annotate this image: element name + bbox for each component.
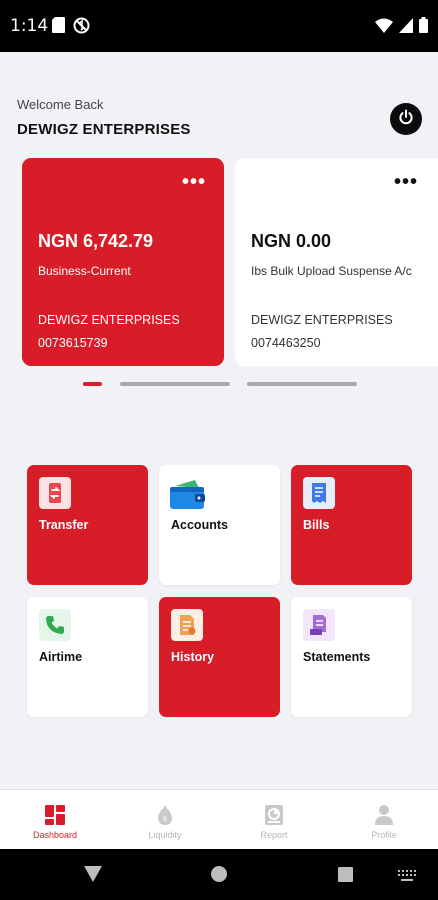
- liquidity-icon: $: [153, 803, 177, 827]
- nav-label: Dashboard: [32, 830, 78, 840]
- history-document-icon: [171, 609, 203, 641]
- report-icon: [262, 803, 286, 827]
- tile-label: Airtime: [39, 650, 83, 664]
- nav-report[interactable]: Report: [219, 790, 329, 850]
- status-time: 1:14: [10, 16, 49, 36]
- account-type: Business-Current: [38, 264, 131, 278]
- account-type: Ibs Bulk Upload Suspense A/c: [251, 264, 412, 278]
- svg-text:$: $: [163, 815, 167, 823]
- system-navigation-bar: [0, 849, 438, 900]
- airtime-tile[interactable]: Airtime: [27, 597, 148, 717]
- account-balance: NGN 0.00: [251, 231, 332, 251]
- nav-label: Report: [260, 830, 288, 840]
- account-card[interactable]: ••• NGN 0.00 Ibs Bulk Upload Suspense A/…: [235, 158, 438, 366]
- history-tile[interactable]: History: [159, 597, 280, 717]
- nav-dashboard[interactable]: Dashboard: [0, 790, 110, 850]
- nav-label: Profile: [371, 830, 397, 840]
- tile-label: Bills: [303, 518, 330, 532]
- keyboard-icon[interactable]: [398, 869, 416, 887]
- bill-icon: [303, 477, 335, 509]
- tile-label: Accounts: [171, 518, 228, 532]
- recents-icon[interactable]: [338, 867, 353, 887]
- tile-label: Transfer: [39, 518, 89, 532]
- statements-tile[interactable]: Statements: [291, 597, 412, 717]
- page-indicator[interactable]: [120, 382, 230, 386]
- tile-label: Statements: [303, 650, 371, 664]
- transfer-icon: [39, 477, 71, 509]
- signal-icon: [399, 17, 413, 38]
- nav-label: Liquidity: [148, 830, 182, 840]
- wallet-icon: [169, 477, 207, 511]
- battery-icon: [419, 17, 428, 38]
- phone-icon: [39, 609, 71, 641]
- card-menu-button[interactable]: •••: [394, 172, 418, 192]
- sd-card-icon: [52, 17, 65, 39]
- back-icon[interactable]: [84, 866, 102, 887]
- nav-liquidity[interactable]: $ Liquidity: [110, 790, 220, 850]
- account-balance: NGN 6,742.79: [38, 231, 154, 251]
- page-indicator[interactable]: [247, 382, 357, 386]
- card-menu-button[interactable]: •••: [182, 172, 206, 192]
- logout-button[interactable]: [390, 103, 422, 135]
- transfer-tile[interactable]: Transfer: [27, 465, 148, 585]
- status-bar: 1:14: [0, 0, 438, 52]
- account-card[interactable]: ••• NGN 6,742.79 Business-Current DEWIGZ…: [22, 158, 224, 366]
- tile-label: History: [171, 650, 215, 664]
- power-icon: [398, 109, 414, 130]
- bottom-navigation: Dashboard $ Liquidity Report Profile: [0, 789, 438, 849]
- account-holder: DEWIGZ ENTERPRISES: [38, 313, 180, 327]
- no-data-icon: [73, 17, 90, 39]
- wifi-icon: [375, 18, 393, 38]
- page-indicator-active[interactable]: [83, 382, 102, 386]
- account-holder: DEWIGZ ENTERPRISES: [251, 313, 393, 327]
- accounts-tile[interactable]: Accounts: [159, 465, 280, 585]
- dashboard-icon: [43, 803, 67, 827]
- statement-icon: [303, 609, 335, 641]
- bills-tile[interactable]: Bills: [291, 465, 412, 585]
- account-number: 0074463250: [251, 336, 321, 350]
- account-number: 0073615739: [38, 336, 108, 350]
- company-name: DEWIGZ ENTERPRISES: [17, 121, 191, 138]
- home-icon[interactable]: [211, 866, 227, 887]
- welcome-text: Welcome Back: [17, 97, 104, 112]
- profile-icon: [372, 803, 396, 827]
- nav-profile[interactable]: Profile: [329, 790, 438, 850]
